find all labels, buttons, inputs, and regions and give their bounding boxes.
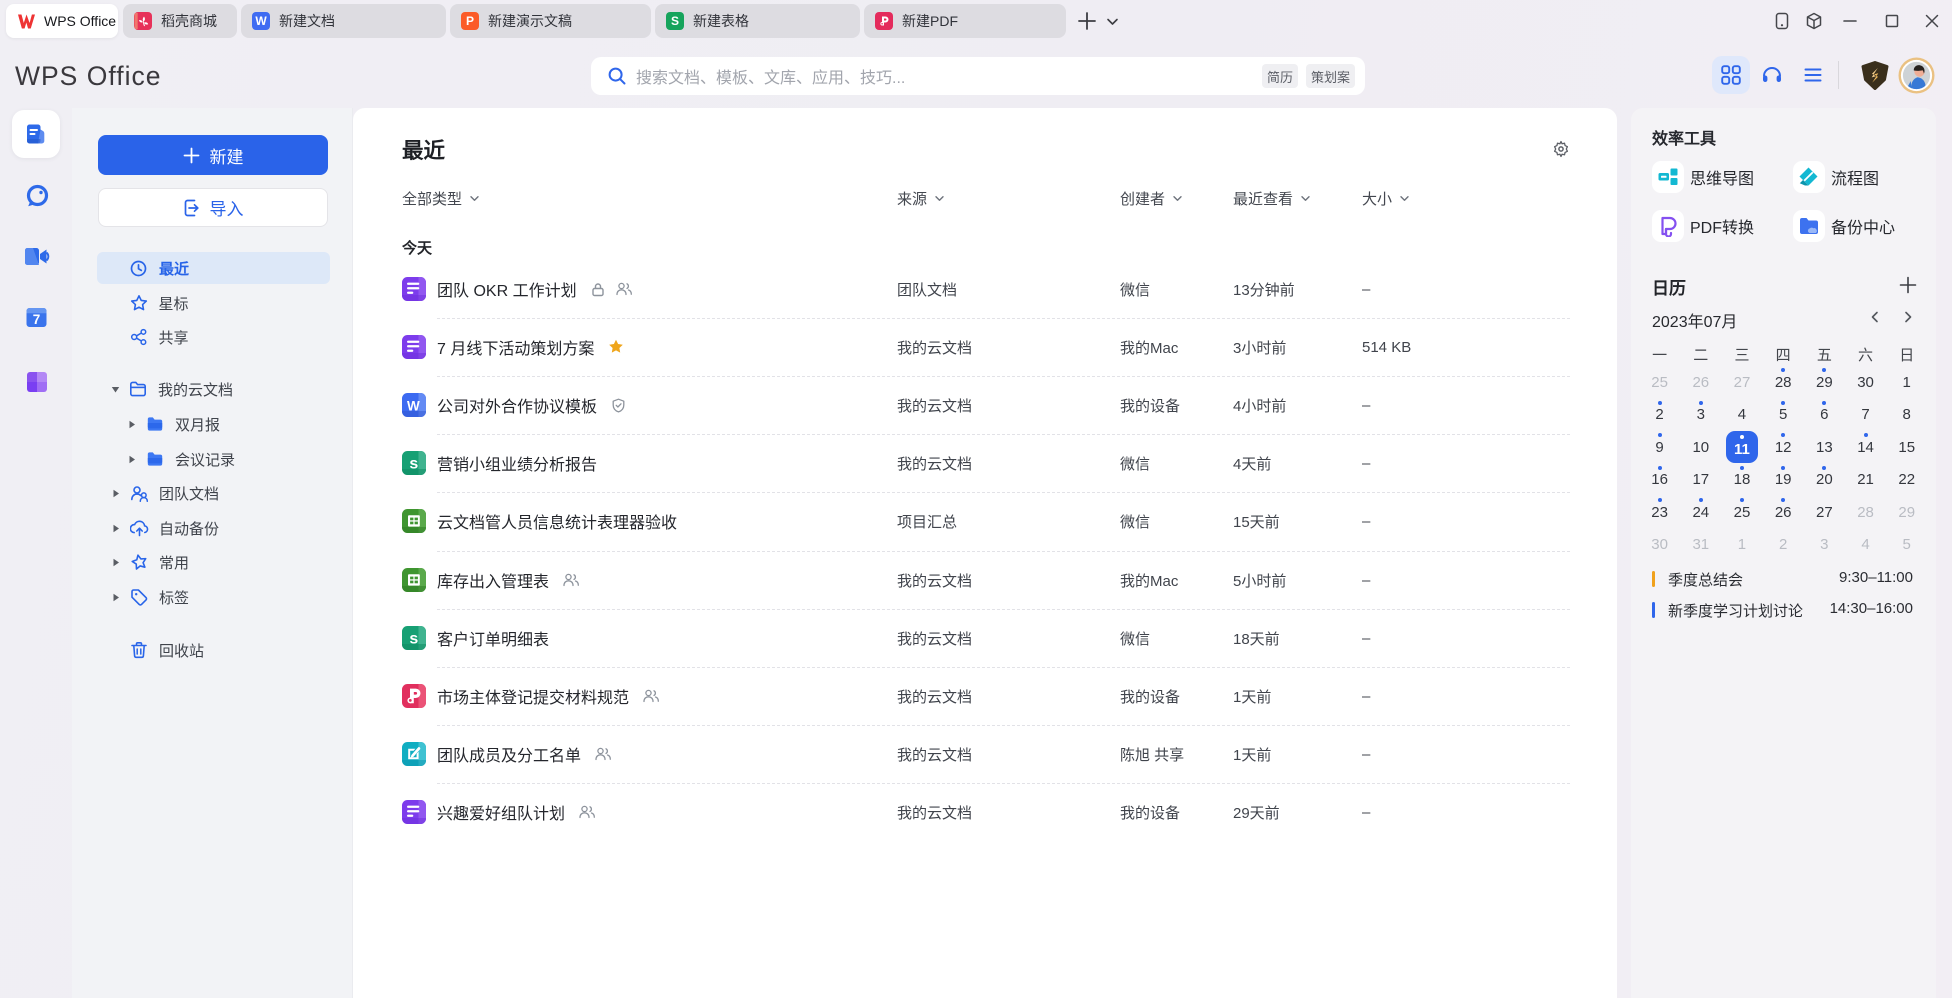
svg-text:WPS Office: WPS Office	[15, 61, 161, 91]
svg-text:W: W	[407, 398, 420, 413]
svg-text:s: s	[409, 631, 418, 648]
svg-text:s: s	[409, 456, 418, 473]
svg-text:7: 7	[33, 312, 41, 327]
